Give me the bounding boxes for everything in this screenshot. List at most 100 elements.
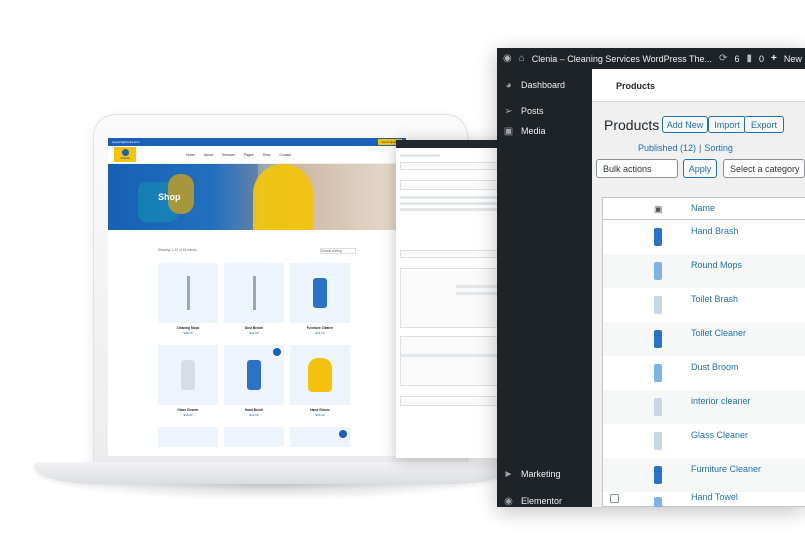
sorting-link[interactable]: Sorting	[704, 143, 733, 153]
logo-mark-icon	[121, 149, 129, 156]
product-name-link[interactable]: Dust Broom	[691, 362, 739, 372]
updates-icon[interactable]: ⟳	[719, 53, 727, 64]
logo-text: Clenia	[120, 156, 130, 160]
menu-item-home[interactable]: Home	[186, 153, 195, 157]
wp-adminbar: ◉ ⌂ Clenia – Cleaning Services WordPress…	[497, 48, 805, 69]
wp-sidebar: ◕ Dashboard ➢ Posts ▣ Media ► Marketing …	[497, 69, 592, 507]
table-row[interactable]: Dust Broom	[603, 356, 805, 390]
row-checkbox[interactable]	[610, 494, 619, 503]
status-links: Published (12) | Sorting	[638, 143, 733, 153]
product-name: Hand Gloves	[310, 408, 330, 412]
sort-select[interactable]: Default sorting	[320, 248, 356, 254]
product-price: $48.00	[183, 331, 193, 335]
menu-item-shop[interactable]: Shop	[263, 153, 271, 157]
shop-menu: Home About Services Pages Shop Contact	[186, 153, 291, 157]
product-card[interactable]: Glass Cleaner $18.00	[158, 345, 218, 417]
product-name-link[interactable]: Round Mops	[691, 260, 742, 270]
wp-main: Products Products Add New Import Export …	[592, 69, 805, 507]
product-card[interactable]: Cleaning Mops $48.00	[158, 263, 218, 335]
product-name-link[interactable]: Toilet Brash	[691, 294, 738, 304]
product-card[interactable]	[224, 427, 284, 447]
site-title[interactable]: Clenia – Cleaning Services WordPress The…	[532, 54, 712, 64]
sidebar-item-label: Media	[521, 126, 546, 136]
wp-admin-window: ◉ ⌂ Clenia – Cleaning Services WordPress…	[497, 48, 805, 507]
table-row[interactable]: Hand Brash	[603, 220, 805, 254]
table-row[interactable]: Toilet Cleaner	[603, 322, 805, 356]
product-card[interactable]: Furniture Cleaner $21.00	[290, 263, 350, 335]
name-column-header[interactable]: Name	[691, 203, 715, 213]
product-image	[290, 345, 350, 405]
table-row[interactable]: Glass Cleaner	[603, 424, 805, 458]
product-name: Glass Cleaner	[177, 408, 199, 412]
plus-icon[interactable]: +	[771, 53, 777, 64]
updates-count[interactable]: 6	[734, 54, 739, 64]
product-thumbnail[interactable]	[649, 464, 667, 486]
sidebar-item-media[interactable]: ▣ Media	[497, 119, 592, 143]
new-link[interactable]: New	[784, 54, 802, 64]
category-filter-select[interactable]: Select a category	[723, 159, 805, 178]
product-name: Hand Brush	[244, 408, 264, 412]
menu-item-services[interactable]: Services	[222, 153, 235, 157]
sidebar-item-marketing[interactable]: ► Marketing	[497, 462, 592, 486]
product-card[interactable]	[290, 427, 350, 447]
product-thumbnail[interactable]	[649, 294, 667, 316]
sidebar-item-label: Elementor	[521, 496, 563, 506]
product-name-link[interactable]: Furniture Cleaner	[691, 464, 761, 474]
home-icon[interactable]: ⌂	[519, 53, 525, 64]
product-name: Cleaning Mops	[176, 326, 200, 330]
product-name-link[interactable]: Toilet Cleaner	[691, 328, 746, 338]
page-title: Products	[604, 117, 660, 133]
elementor-icon: ◉	[504, 495, 513, 507]
media-icon: ▣	[503, 125, 514, 137]
product-thumbnail[interactable]	[649, 328, 667, 350]
published-link[interactable]: Published (12)	[638, 143, 696, 153]
product-name-link[interactable]: interior cleaner	[691, 396, 751, 406]
clenia-logo[interactable]: Clenia	[114, 147, 136, 162]
product-name-link[interactable]: Hand Brash	[691, 226, 739, 236]
bulk-actions-select[interactable]: Bulk actions	[596, 159, 678, 178]
product-name: Dust Broom	[244, 326, 264, 330]
product-name-link[interactable]: Hand Towel	[691, 492, 738, 502]
table-row[interactable]: Toilet Brash	[603, 288, 805, 322]
product-card[interactable]: Hand Brush $12.00	[224, 345, 284, 417]
table-row[interactable]: Round Mops	[603, 254, 805, 288]
product-card[interactable]: Hand Gloves $15.00	[290, 345, 350, 417]
add-new-button[interactable]: Add New	[662, 116, 708, 133]
sale-badge	[339, 430, 347, 438]
megaphone-icon: ►	[503, 468, 514, 480]
product-thumbnail[interactable]	[649, 396, 667, 418]
product-price: $12.00	[249, 413, 259, 417]
shop-hero: Shop	[108, 164, 406, 230]
table-row[interactable]: interior cleaner	[603, 390, 805, 424]
product-price: $21.00	[315, 331, 325, 335]
apply-button[interactable]: Apply	[683, 159, 717, 178]
export-button[interactable]: Export	[744, 116, 784, 133]
wordpress-logo-icon[interactable]: ◉	[503, 53, 512, 64]
product-card[interactable]	[158, 427, 218, 447]
menu-item-contact[interactable]: Contact	[279, 153, 291, 157]
hero-title: Shop	[158, 192, 181, 202]
product-thumbnail[interactable]	[649, 362, 667, 384]
page-tab-title: Products	[616, 81, 656, 91]
import-button[interactable]: Import	[708, 116, 746, 133]
sidebar-item-elementor[interactable]: ◉ Elementor	[497, 489, 592, 507]
table-row[interactable]: Furniture Cleaner	[603, 458, 805, 492]
comments-count[interactable]: 0	[759, 54, 764, 64]
product-thumbnail[interactable]	[649, 226, 667, 248]
products-table: ▣ Name Hand Brash Round Mops Toilet Bras…	[602, 197, 805, 507]
dashboard-icon: ◕	[505, 79, 512, 91]
hero-overlay	[108, 164, 258, 230]
comments-icon[interactable]: ▮	[746, 53, 752, 64]
product-thumbnail[interactable]	[649, 430, 667, 452]
product-name-link[interactable]: Glass Cleaner	[691, 430, 748, 440]
product-card[interactable]: Dust Broom $32.00	[224, 263, 284, 335]
menu-item-pages[interactable]: Pages	[244, 153, 254, 157]
sidebar-item-dashboard[interactable]: ◕ Dashboard	[497, 73, 592, 97]
menu-item-about[interactable]: About	[204, 153, 213, 157]
table-row[interactable]: Hand Towel	[603, 492, 805, 507]
image-column-icon: ▣	[654, 204, 663, 214]
product-thumbnail[interactable]	[649, 260, 667, 282]
result-count: Showing 1–12 of 16 results	[158, 248, 197, 252]
sidebar-item-label: Dashboard	[521, 80, 566, 90]
product-thumbnail[interactable]	[649, 492, 667, 507]
